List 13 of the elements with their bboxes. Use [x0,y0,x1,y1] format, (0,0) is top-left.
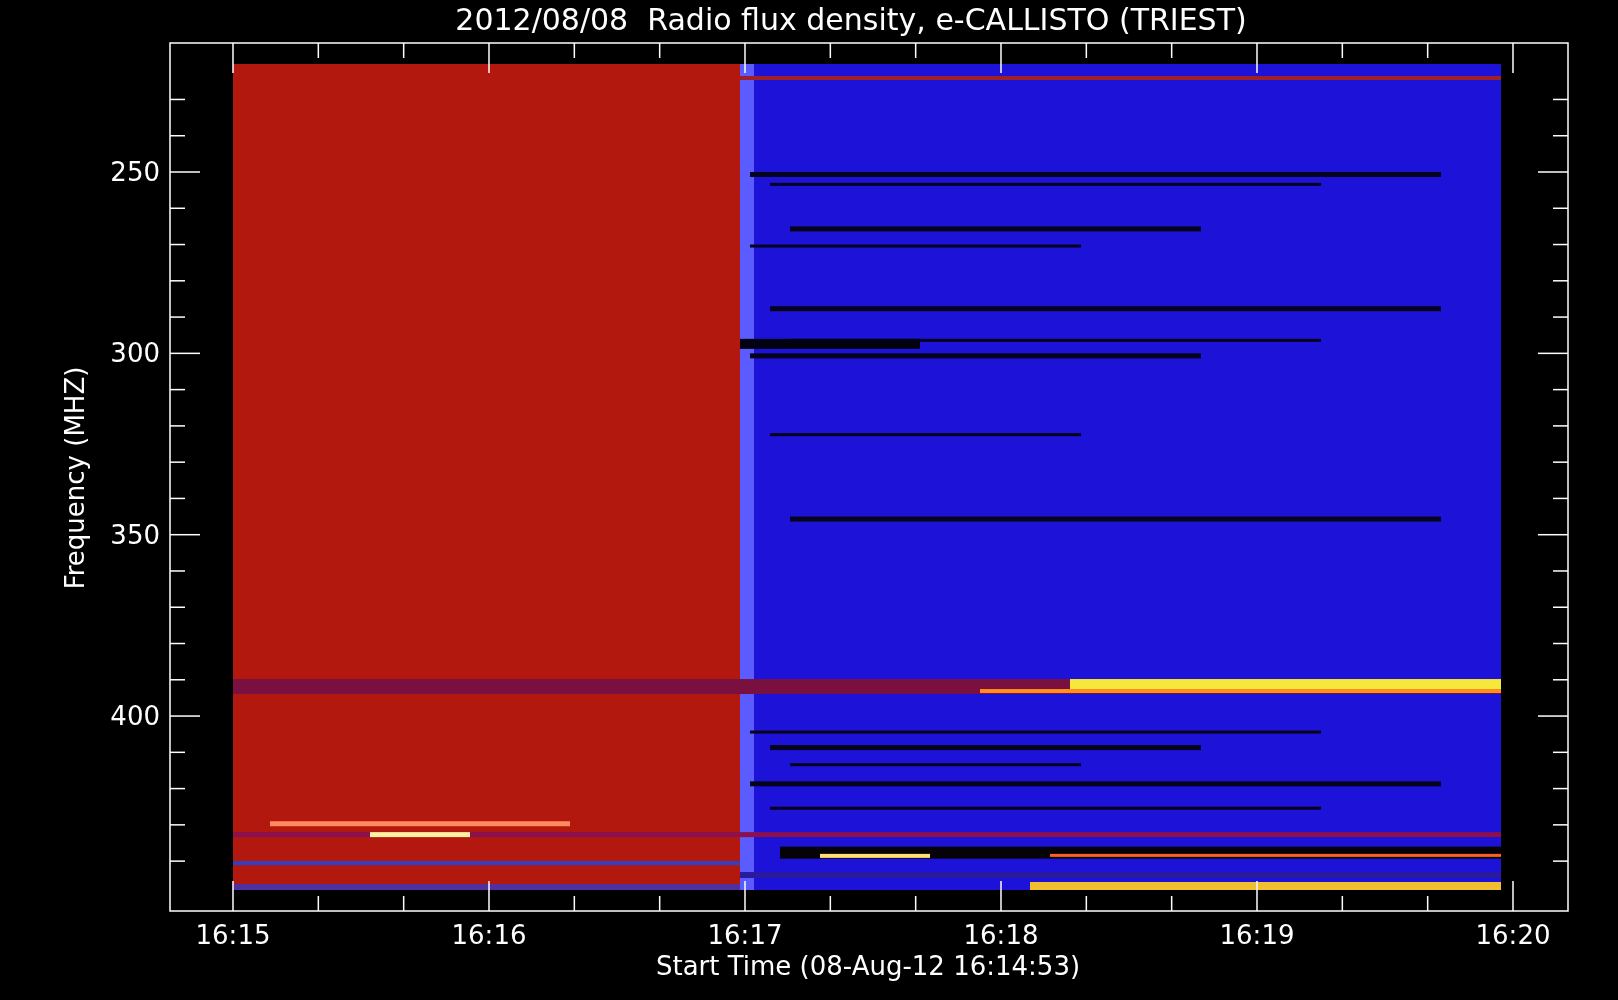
tick-label: 250 [110,157,160,187]
tick-label: 300 [110,338,160,369]
tick-label: 16:19 [1219,920,1295,950]
tick-label: 16:15 [195,920,271,950]
axis-label: Frequency (MHZ) [60,366,90,590]
tick-label: 16:17 [707,920,783,950]
tick-label: 16:20 [1475,920,1551,950]
tick-label: 400 [110,701,160,732]
tick-label: 350 [110,519,160,550]
axis-label: Start Time (08-Aug-12 16:14:53) [655,951,1081,981]
plot-title: 2012/08/08 Radio flux density, e-CALLISTO (TRIEST) [454,1,1247,39]
tick-label: 16:18 [963,920,1039,950]
tick-label: 16:16 [451,920,527,950]
